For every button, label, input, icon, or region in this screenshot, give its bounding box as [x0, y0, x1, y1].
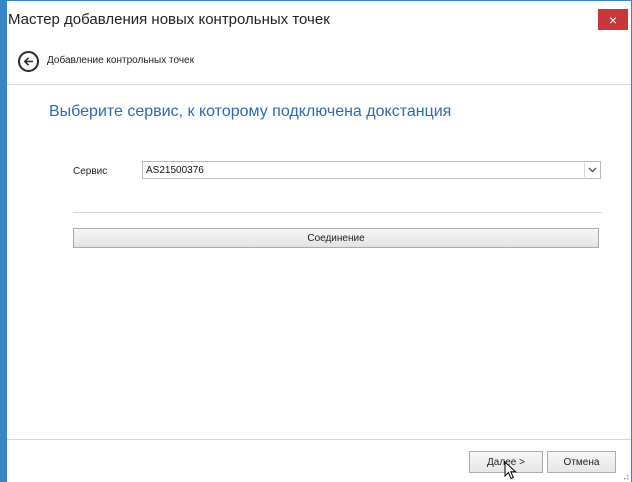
connect-button[interactable]: Соединение: [73, 228, 599, 248]
mouse-pointer-icon: [504, 461, 517, 480]
close-icon: ×: [608, 11, 618, 28]
resize-grip-icon[interactable]: [621, 472, 629, 480]
back-button[interactable]: [18, 51, 39, 72]
divider: [73, 212, 602, 213]
chevron-down-icon: [588, 167, 596, 173]
arrow-left-icon: [23, 57, 33, 66]
service-dropdown[interactable]: AS21500376: [142, 161, 601, 179]
close-button[interactable]: ×: [598, 9, 628, 30]
title-bar: Мастер добавления новых контрольных точе…: [7, 0, 631, 39]
wizard-window: Мастер добавления новых контрольных точе…: [0, 0, 632, 482]
dropdown-toggle[interactable]: [584, 163, 599, 177]
step-title: Добавление контрольных точек: [47, 55, 194, 66]
page-heading: Выберите сервис, к которому подключена д…: [49, 103, 452, 120]
footer-divider: [7, 439, 631, 440]
wizard-header: Добавление контрольных точек: [7, 40, 631, 85]
service-label: Сервис: [73, 166, 108, 177]
cancel-button[interactable]: Отмена: [547, 451, 616, 473]
service-selected-value: AS21500376: [146, 165, 204, 176]
window-title: Мастер добавления новых контрольных точе…: [8, 11, 330, 28]
